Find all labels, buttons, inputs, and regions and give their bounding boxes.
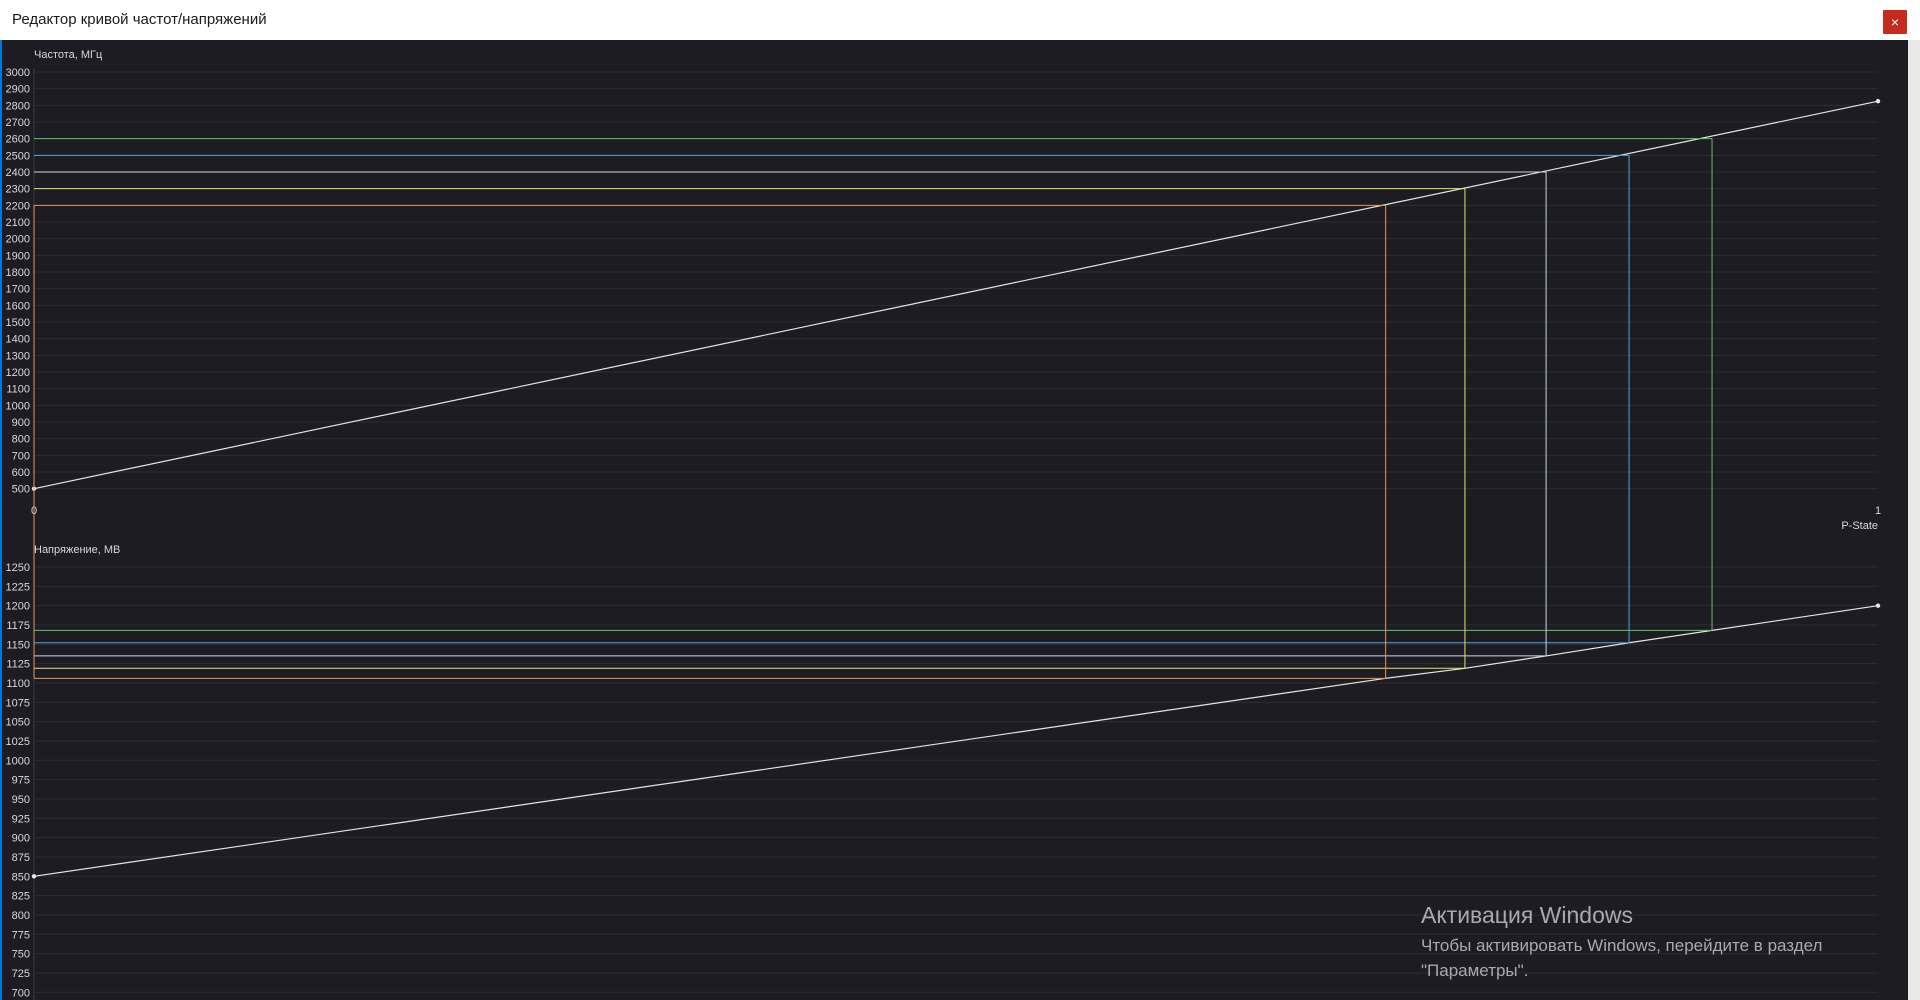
y-tick-label: 2300: [6, 184, 30, 196]
y-tick-label: 600: [12, 467, 30, 479]
y-tick-label: 2900: [6, 84, 30, 96]
y-tick-label: 1000: [6, 755, 30, 767]
title-bar: Редактор кривой частот/напряжений ×: [0, 0, 1920, 41]
frequency-voltage-chart[interactable]: 500 600 700 800 900 1000 1100 1200 1300 1400 1500 1…: [0, 40, 1908, 1000]
y-tick-label: 2100: [6, 217, 30, 229]
y-tick-label: 1150: [6, 639, 30, 651]
scrollbar[interactable]: [1908, 40, 1920, 1000]
y-tick-label: 1000: [6, 400, 30, 412]
y-tick-label: 2400: [6, 167, 30, 179]
y-tick-label: 800: [12, 434, 30, 446]
y-tick-label: 1600: [6, 300, 30, 312]
y-axis-label: Частота, МГц: [34, 49, 103, 61]
y-axis-label: Напряжение, МВ: [34, 544, 120, 556]
y-tick-label: 1100: [6, 384, 30, 396]
chart-background: [2, 40, 1908, 1000]
y-tick-label: 975: [12, 775, 30, 787]
activation-watermark-text: Чтобы активировать Windows, перейдите в …: [1421, 936, 1823, 955]
y-tick-label: 775: [12, 929, 30, 941]
close-button[interactable]: ×: [1883, 10, 1907, 34]
window-title: Редактор кривой частот/напряжений: [12, 11, 267, 28]
y-tick-label: 800: [12, 910, 30, 922]
x-tick-label: 1: [1875, 505, 1881, 517]
activation-watermark-title: Активация Windows: [1421, 902, 1633, 928]
y-tick-label: 900: [12, 833, 30, 845]
y-tick-label: 1900: [6, 250, 30, 262]
y-tick-label: 1225: [6, 581, 30, 593]
y-tick-label: 1500: [6, 317, 30, 329]
y-tick-label: 950: [12, 794, 30, 806]
activation-watermark-text: "Параметры".: [1421, 961, 1529, 980]
y-tick-label: 850: [12, 871, 30, 883]
y-tick-label: 1200: [6, 601, 30, 613]
y-tick-label: 2500: [6, 150, 30, 162]
y-tick-label: 1075: [6, 697, 30, 709]
y-tick-label: 1100: [6, 678, 30, 690]
y-tick-label: 925: [12, 813, 30, 825]
curve-point: [1875, 98, 1881, 104]
y-tick-label: 1175: [6, 620, 30, 632]
y-tick-label: 1025: [6, 736, 30, 748]
y-tick-label: 2800: [6, 100, 30, 112]
y-tick-label: 2700: [6, 117, 30, 129]
y-tick-label: 1400: [6, 334, 30, 346]
y-tick-label: 900: [12, 417, 30, 429]
y-tick-label: 1250: [6, 562, 30, 574]
y-tick-label: 1200: [6, 367, 30, 379]
y-tick-label: 750: [12, 949, 30, 961]
y-tick-label: 825: [12, 891, 30, 903]
y-tick-label: 1050: [6, 717, 30, 729]
y-tick-label: 1300: [6, 350, 30, 362]
y-tick-label: 700: [12, 450, 30, 462]
x-axis-label: P-State: [1841, 520, 1878, 532]
curve-point: [1875, 603, 1881, 608]
y-tick-label: 500: [12, 484, 30, 496]
y-tick-label: 2600: [6, 134, 30, 146]
y-tick-label: 2000: [6, 234, 30, 246]
y-tick-label: 1800: [6, 267, 30, 279]
y-tick-label: 3000: [6, 67, 30, 79]
y-tick-label: 700: [12, 987, 30, 999]
y-tick-label: 725: [12, 968, 30, 980]
y-tick-label: 1125: [6, 659, 30, 671]
y-tick-label: 875: [12, 852, 30, 864]
y-tick-label: 1700: [6, 284, 30, 296]
y-tick-label: 2200: [6, 200, 30, 212]
curve-point: [31, 874, 37, 879]
